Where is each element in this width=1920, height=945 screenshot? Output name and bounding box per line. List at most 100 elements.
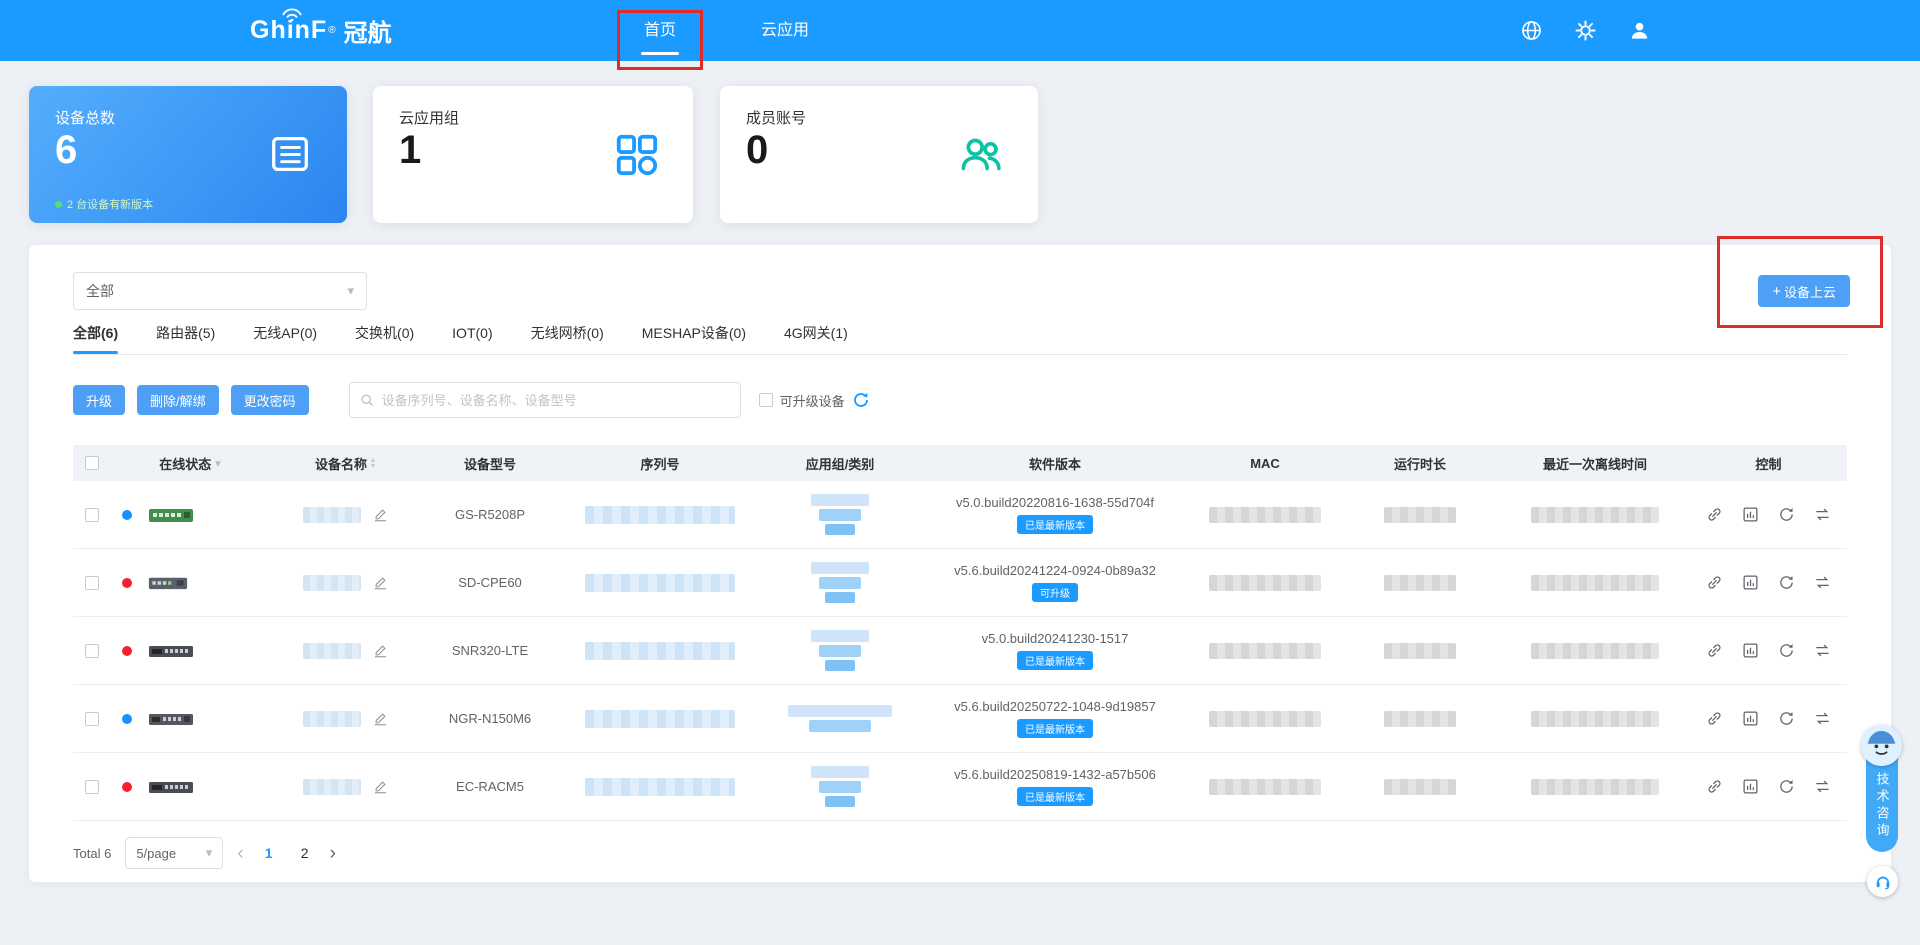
reboot-icon[interactable] <box>1773 569 1800 596</box>
tab-wireless-ap[interactable]: 无线AP(0) <box>253 311 317 354</box>
headset-contact-button[interactable] <box>1867 866 1898 897</box>
edit-icon[interactable] <box>373 643 388 658</box>
device-image <box>148 572 188 594</box>
settings-gear-icon[interactable] <box>1574 19 1597 42</box>
row-checkbox[interactable] <box>85 576 99 590</box>
nav-item-cloud-apps[interactable]: 云应用 <box>761 0 809 61</box>
traffic-chart-icon[interactable] <box>1737 773 1764 800</box>
brand-name-cn: 冠航 <box>344 13 392 48</box>
upgradable-label: 可升级设备 <box>780 391 845 410</box>
row-checkbox[interactable] <box>85 644 99 658</box>
traffic-chart-icon[interactable] <box>1737 569 1764 596</box>
edit-icon[interactable] <box>373 507 388 522</box>
filter-caret-icon: ▾ <box>215 457 221 470</box>
card-total-devices[interactable]: 设备总数 6 2 台设备有新版本 <box>29 86 347 223</box>
sort-icon: ▴▾ <box>371 457 375 469</box>
tab-4g-gateway[interactable]: 4G网关(1) <box>784 311 848 354</box>
card-cloud-app-groups[interactable]: 云应用组 1 <box>373 86 693 223</box>
transfer-icon[interactable] <box>1809 773 1836 800</box>
delete-unbind-button[interactable]: 删除/解绑 <box>137 385 219 415</box>
select-all-checkbox[interactable] <box>85 456 99 470</box>
next-page-button[interactable]: › <box>330 844 336 863</box>
header-device-name[interactable]: 设备名称 ▴▾ <box>270 454 420 473</box>
card-member-accounts[interactable]: 成员账号 0 <box>720 86 1038 223</box>
redacted-app-group <box>760 766 920 807</box>
tech-support-label: 技术咨询 <box>1873 772 1892 852</box>
row-checkbox[interactable] <box>85 508 99 522</box>
remote-link-icon[interactable] <box>1701 569 1728 596</box>
upgrade-button[interactable]: 升级 <box>73 385 125 415</box>
traffic-chart-icon[interactable] <box>1737 501 1764 528</box>
transfer-icon[interactable] <box>1809 501 1836 528</box>
new-version-text: 2 台设备有新版本 <box>67 196 153 212</box>
software-version: v5.6.build20250722-1048-9d19857 <box>954 699 1156 714</box>
row-checkbox[interactable] <box>85 780 99 794</box>
tab-switches[interactable]: 交换机(0) <box>355 311 414 354</box>
reboot-icon[interactable] <box>1773 705 1800 732</box>
add-device-to-cloud-button[interactable]: + 设备上云 <box>1758 275 1850 307</box>
version-badge: 已是最新版本 <box>1017 515 1093 534</box>
device-search-box <box>349 382 741 418</box>
page-number-1[interactable]: 1 <box>258 845 280 861</box>
reboot-icon[interactable] <box>1773 501 1800 528</box>
header-uptime: 运行时长 <box>1340 454 1500 473</box>
reboot-icon[interactable] <box>1773 773 1800 800</box>
upgradable-checkbox[interactable] <box>759 393 773 407</box>
redacted-device-name <box>303 575 361 591</box>
group-filter-dropdown[interactable]: 全部 ▾ <box>73 272 367 310</box>
remote-link-icon[interactable] <box>1701 637 1728 664</box>
transfer-icon[interactable] <box>1809 705 1836 732</box>
change-password-button[interactable]: 更改密码 <box>231 385 309 415</box>
wifi-icon <box>280 7 304 21</box>
headset-icon <box>1874 873 1892 891</box>
header-online-status[interactable]: 在线状态 ▾ <box>110 454 270 473</box>
table-row: SD-CPE60 v5.6.build20241224-0924-0b89a32… <box>73 549 1847 617</box>
edit-icon[interactable] <box>373 575 388 590</box>
redacted-app-group <box>760 630 920 671</box>
remote-link-icon[interactable] <box>1701 501 1728 528</box>
tab-routers[interactable]: 路由器(5) <box>156 311 215 354</box>
search-input[interactable] <box>382 393 730 408</box>
tab-iot[interactable]: IOT(0) <box>452 311 492 354</box>
tab-meshap[interactable]: MESHAP设备(0) <box>642 311 746 354</box>
nav-item-home[interactable]: 首页 <box>644 0 676 61</box>
redacted-device-name <box>303 779 361 795</box>
transfer-icon[interactable] <box>1809 637 1836 664</box>
traffic-chart-icon[interactable] <box>1737 705 1764 732</box>
prev-page-button[interactable]: ‹ <box>237 844 243 863</box>
version-badge: 已是最新版本 <box>1017 719 1093 738</box>
card-title: 成员账号 <box>746 107 806 128</box>
reboot-icon[interactable] <box>1773 637 1800 664</box>
header-mac: MAC <box>1190 456 1340 471</box>
tab-all[interactable]: 全部(6) <box>73 311 118 354</box>
page-size-select[interactable]: 5/page ▾ <box>125 837 223 869</box>
edit-icon[interactable] <box>373 711 388 726</box>
version-badge: 已是最新版本 <box>1017 787 1093 806</box>
redacted-uptime <box>1384 711 1456 727</box>
software-version: v5.6.build20250819-1432-a57b506 <box>954 767 1156 782</box>
device-model: EC-RACM5 <box>456 779 524 794</box>
language-globe-icon[interactable] <box>1520 19 1543 42</box>
remote-link-icon[interactable] <box>1701 705 1728 732</box>
row-checkbox[interactable] <box>85 712 99 726</box>
add-device-label: 设备上云 <box>1784 282 1836 301</box>
redacted-last-offline <box>1531 643 1659 659</box>
brand-logo[interactable]: GhinF ® 冠航 <box>250 0 392 61</box>
page-number-2[interactable]: 2 <box>294 845 316 861</box>
traffic-chart-icon[interactable] <box>1737 637 1764 664</box>
header-device-model: 设备型号 <box>420 454 560 473</box>
table-row: NGR-N150M6 v5.6.build20250722-1048-9d198… <box>73 685 1847 753</box>
tab-wireless-bridge[interactable]: 无线网桥(0) <box>531 311 604 354</box>
remote-link-icon[interactable] <box>1701 773 1728 800</box>
redacted-app-group <box>760 562 920 603</box>
edit-icon[interactable] <box>373 779 388 794</box>
support-avatar[interactable] <box>1861 725 1902 766</box>
redacted-app-group <box>760 705 920 732</box>
redacted-device-name <box>303 643 361 659</box>
card-title: 云应用组 <box>399 107 459 128</box>
redacted-mac <box>1209 507 1321 523</box>
user-account-icon[interactable] <box>1628 19 1651 42</box>
card-value: 1 <box>399 128 421 173</box>
refresh-icon[interactable] <box>852 391 870 409</box>
transfer-icon[interactable] <box>1809 569 1836 596</box>
